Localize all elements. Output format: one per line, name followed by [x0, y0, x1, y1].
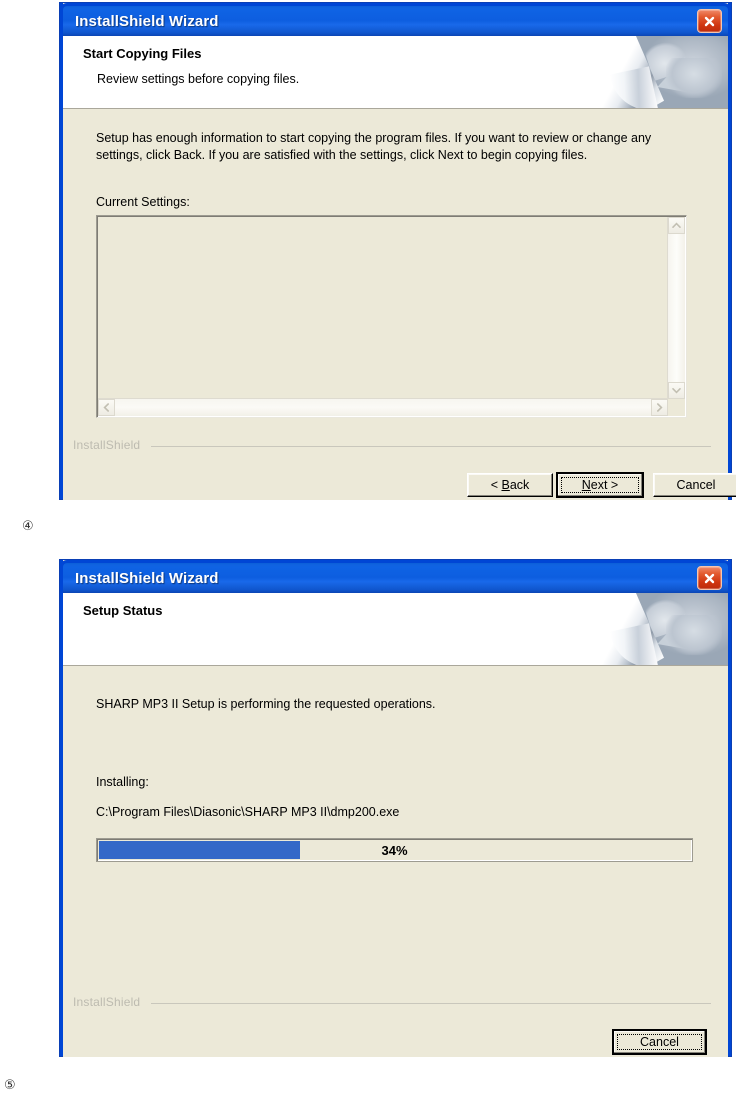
instruction-text: Setup has enough information to start co…	[96, 131, 652, 162]
vertical-scrollbar[interactable]	[667, 217, 685, 399]
close-icon[interactable]	[697, 9, 722, 33]
install-progress-bar: 34%	[96, 838, 693, 862]
cancel-button[interactable]: Cancel	[613, 1030, 706, 1054]
current-settings-label: Current Settings:	[96, 195, 190, 209]
dialog-body: SHARP MP3 II Setup is performing the req…	[63, 666, 728, 1057]
installshield-footer-brand: InstallShield	[73, 995, 141, 1009]
page-title: Setup Status	[83, 603, 163, 618]
focus-rectangle	[561, 477, 639, 493]
installshield-banner-art-icon	[602, 36, 728, 108]
figure-caption-4: ④	[22, 519, 34, 534]
cancel-button[interactable]: Cancel	[653, 473, 736, 497]
back-button-label: < Back	[490, 478, 530, 492]
horizontal-scrollbar[interactable]	[98, 398, 668, 416]
wizard-banner: Start Copying Files Review settings befo…	[63, 36, 728, 109]
installshield-footer-brand: InstallShield	[73, 438, 141, 452]
chevron-down-icon[interactable]	[668, 382, 685, 399]
installshield-wizard-dialog-setup-status: InstallShield Wizard Setup Status SHARP …	[60, 560, 731, 1057]
chevron-up-icon[interactable]	[668, 217, 685, 234]
chevron-left-icon[interactable]	[98, 399, 115, 416]
next-button[interactable]: Next >	[557, 473, 643, 497]
wizard-banner: Setup Status	[63, 593, 728, 666]
status-text: SHARP MP3 II Setup is performing the req…	[96, 697, 436, 711]
window-title: InstallShield Wizard	[75, 569, 219, 587]
install-progress-label: 34%	[381, 842, 408, 858]
current-settings-textbox[interactable]	[96, 215, 687, 418]
cancel-button-label: Cancel	[676, 478, 716, 492]
page-title: Start Copying Files	[83, 46, 202, 61]
title-bar: InstallShield Wizard	[60, 3, 731, 36]
figure-caption-5: ⑤	[4, 1078, 16, 1093]
window-title: InstallShield Wizard	[75, 12, 219, 30]
scrollbar-corner	[668, 399, 685, 416]
vertical-scrollbar-track[interactable]	[668, 234, 685, 382]
installshield-banner-art-icon	[602, 593, 728, 665]
title-bar: InstallShield Wizard	[60, 560, 731, 593]
installshield-wizard-dialog-start-copying-files: InstallShield Wizard Start Copying Files…	[60, 3, 736, 500]
footer-divider	[151, 446, 711, 447]
back-button[interactable]: < Back	[467, 473, 553, 497]
footer-divider	[151, 1003, 711, 1004]
focus-rectangle	[617, 1034, 702, 1050]
install-path: C:\Program Files\Diasonic\SHARP MP3 II\d…	[96, 805, 400, 819]
close-icon[interactable]	[697, 566, 722, 590]
chevron-right-icon[interactable]	[651, 399, 668, 416]
page-subtitle: Review settings before copying files.	[97, 72, 300, 86]
dialog-body: Setup has enough information to start co…	[63, 109, 736, 500]
installing-label: Installing:	[96, 775, 149, 789]
